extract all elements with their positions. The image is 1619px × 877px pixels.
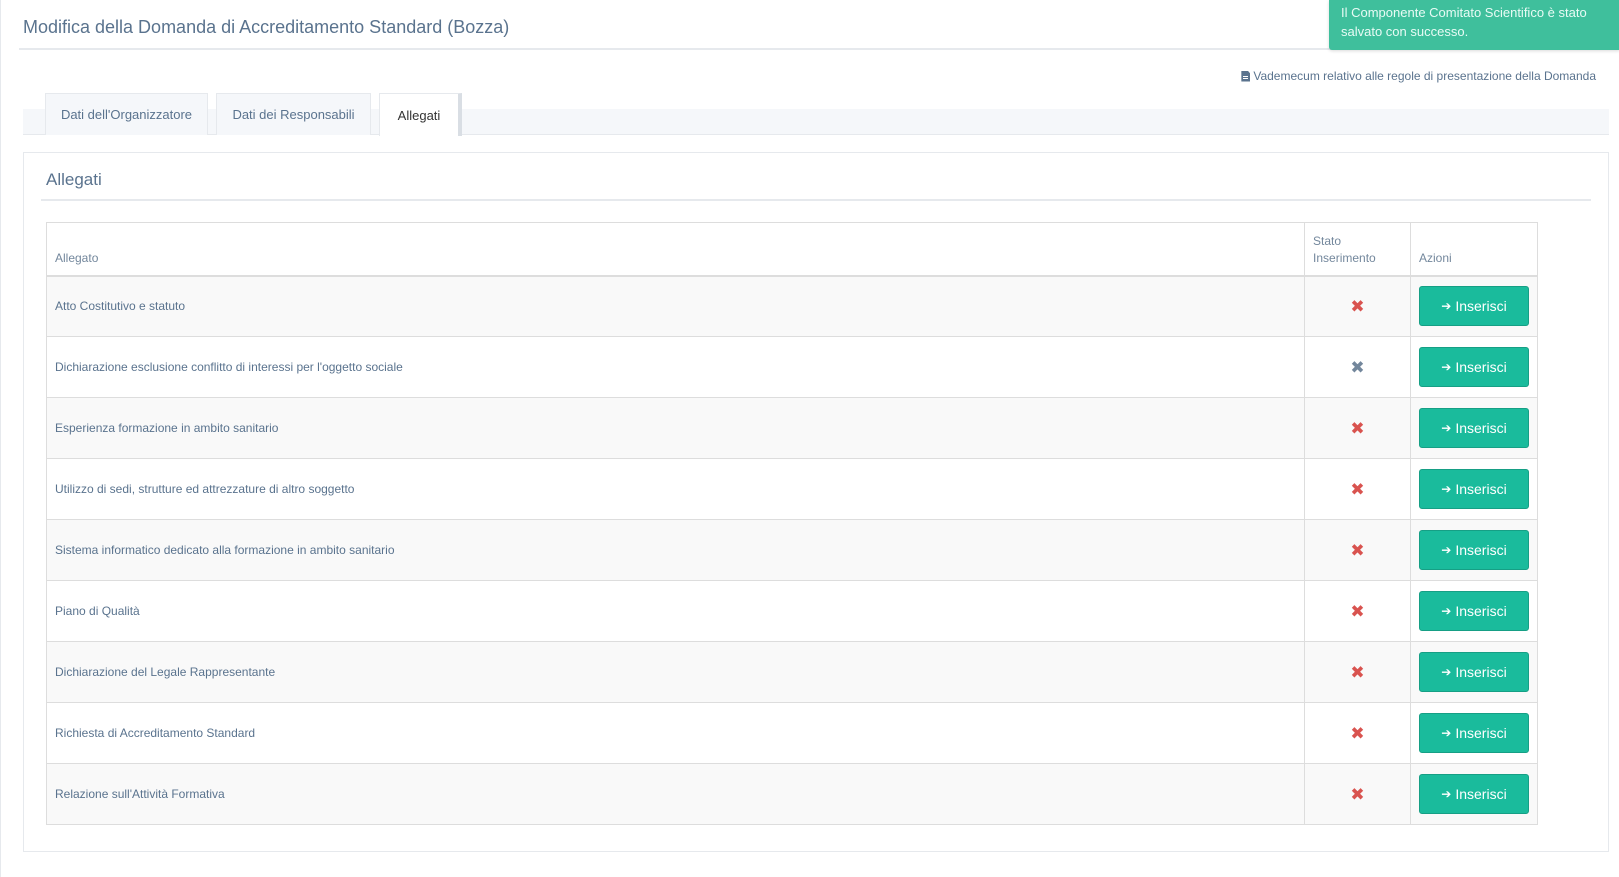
sign-in-icon: ➔	[1441, 482, 1452, 496]
action-cell: ➔ Inserisci	[1409, 641, 1539, 703]
action-cell: ➔ Inserisci	[1409, 519, 1539, 581]
table-row: Relazione sull'Attività Formativa ✖ ➔ Inser…	[45, 763, 1539, 825]
file-text-icon	[1241, 70, 1251, 82]
action-cell: ➔ Inserisci	[1409, 580, 1539, 642]
vademecum-label: Vademecum relativo alle regole di presen…	[1253, 69, 1596, 83]
table-row: Richiesta di Accreditamento Standard ✖ ➔ In…	[45, 702, 1539, 764]
action-cell: ➔ Inserisci	[1409, 702, 1539, 764]
page: Modifica della Domanda di Accreditamento…	[0, 0, 1619, 877]
times-icon: ✖	[1350, 784, 1365, 804]
action-cell: ➔ Inserisci	[1409, 763, 1539, 825]
inserisci-label: Inserisci	[1455, 725, 1507, 741]
status-cell: ✖	[1304, 702, 1411, 764]
table-row: Sistema informatico dedicato alla formaz…	[45, 519, 1539, 581]
table-row: Dichiarazione esclusione conflitto di in…	[45, 336, 1539, 398]
allegato-name: Utilizzo di sedi, strutture ed attrezzat…	[45, 458, 1306, 520]
allegato-name: Dichiarazione del Legale Rappresentante	[45, 641, 1306, 703]
allegato-name: Esperienza formazione in ambito sanitari…	[45, 397, 1306, 459]
sign-in-icon: ➔	[1441, 543, 1452, 557]
tab-allegati[interactable]: Allegati	[379, 93, 462, 136]
success-notification[interactable]: Il Componente Comitato Scientifico è sta…	[1329, 0, 1619, 50]
status-cell: ✖	[1304, 336, 1411, 398]
action-cell: ➔ Inserisci	[1409, 275, 1539, 337]
status-cell: ✖	[1304, 397, 1411, 459]
tab-dati-organizzatore[interactable]: Dati dell'Organizzatore	[45, 93, 208, 135]
times-icon: ✖	[1350, 662, 1365, 682]
allegato-name: Sistema informatico dedicato alla formaz…	[45, 519, 1306, 581]
allegato-name: Richiesta di Accreditamento Standard	[45, 702, 1306, 764]
sign-in-icon: ➔	[1441, 604, 1452, 618]
divider	[41, 199, 1591, 201]
tab-label: Allegati	[397, 107, 441, 123]
allegato-name: Dichiarazione esclusione conflitto di in…	[45, 336, 1306, 398]
column-header-stato-line2: Inserimento	[1313, 250, 1376, 265]
table-header-row: Allegato Stato Inserimento Azioni	[45, 222, 1539, 277]
sign-in-icon: ➔	[1441, 787, 1452, 801]
inserisci-label: Inserisci	[1455, 481, 1507, 497]
status-cell: ✖	[1304, 580, 1411, 642]
inserisci-button[interactable]: ➔ Inserisci	[1418, 530, 1529, 570]
inserisci-button[interactable]: ➔ Inserisci	[1418, 591, 1529, 631]
tab-label: Dati dell'Organizzatore	[60, 107, 193, 122]
allegati-panel: Allegati Allegato Stato Inserimento Azio…	[23, 152, 1609, 852]
sign-in-icon: ➔	[1441, 726, 1452, 740]
inserisci-label: Inserisci	[1455, 603, 1507, 619]
sign-in-icon: ➔	[1441, 665, 1452, 679]
vademecum-link[interactable]: Vademecum relativo alle regole di presen…	[1241, 69, 1596, 83]
inserisci-button[interactable]: ➔ Inserisci	[1418, 408, 1529, 448]
status-cell: ✖	[1304, 519, 1411, 581]
inserisci-button[interactable]: ➔ Inserisci	[1418, 713, 1529, 753]
sign-in-icon: ➔	[1441, 421, 1452, 435]
panel-title: Allegati	[46, 170, 102, 189]
allegato-name: Piano di Qualità	[45, 580, 1306, 642]
inserisci-label: Inserisci	[1455, 420, 1507, 436]
table-row: Utilizzo di sedi, strutture ed attrezzat…	[45, 458, 1539, 520]
inserisci-label: Inserisci	[1455, 298, 1507, 315]
column-header-stato-line1: Stato	[1313, 233, 1342, 248]
inserisci-button[interactable]: ➔ Inserisci	[1418, 652, 1529, 692]
inserisci-label: Inserisci	[1455, 542, 1507, 558]
times-icon: ✖	[1350, 357, 1365, 377]
table-row: Dichiarazione del Legale Rappresentante ✖…	[45, 641, 1539, 703]
column-header-azioni: Azioni	[1409, 222, 1539, 277]
table-row: Esperienza formazione in ambito sanitari…	[45, 397, 1539, 459]
status-cell: ✖	[1304, 458, 1411, 520]
inserisci-label: Inserisci	[1455, 359, 1507, 375]
inserisci-button[interactable]: ➔ Inserisci	[1418, 469, 1529, 509]
column-header-stato: Stato Inserimento	[1304, 222, 1411, 277]
times-icon: ✖	[1350, 723, 1365, 743]
times-icon: ✖	[1350, 296, 1365, 316]
inserisci-button[interactable]: ➔ Inserisci	[1418, 347, 1529, 387]
status-cell: ✖	[1304, 763, 1411, 825]
inserisci-button[interactable]: ➔ Inserisci	[1418, 286, 1529, 327]
times-icon: ✖	[1350, 479, 1365, 499]
column-header-allegato: Allegato	[45, 222, 1306, 277]
allegati-table: Allegato Stato Inserimento Azioni Atto C…	[45, 222, 1539, 825]
sign-in-icon: ➔	[1441, 299, 1452, 314]
times-icon: ✖	[1350, 601, 1365, 621]
inserisci-label: Inserisci	[1455, 664, 1507, 680]
status-cell: ✖	[1304, 275, 1411, 337]
table-row: Piano di Qualità ✖ ➔ Inserisci	[45, 580, 1539, 642]
allegato-name: Atto Costitutivo e statuto	[45, 275, 1306, 337]
tab-label: Dati dei Responsabili	[232, 107, 355, 122]
allegato-name: Relazione sull'Attività Formativa	[45, 763, 1306, 825]
tab-dati-responsabili[interactable]: Dati dei Responsabili	[216, 93, 371, 135]
table-row: Atto Costitutivo e statuto ✖ ➔ Inserisci	[45, 275, 1539, 337]
times-icon: ✖	[1350, 418, 1365, 438]
action-cell: ➔ Inserisci	[1409, 336, 1539, 398]
action-cell: ➔ Inserisci	[1409, 397, 1539, 459]
inserisci-label: Inserisci	[1455, 786, 1507, 802]
page-title: Modifica della Domanda di Accreditamento…	[23, 17, 510, 37]
sign-in-icon: ➔	[1441, 360, 1452, 374]
status-cell: ✖	[1304, 641, 1411, 703]
inserisci-button[interactable]: ➔ Inserisci	[1418, 774, 1529, 814]
times-icon: ✖	[1350, 540, 1365, 560]
action-cell: ➔ Inserisci	[1409, 458, 1539, 520]
